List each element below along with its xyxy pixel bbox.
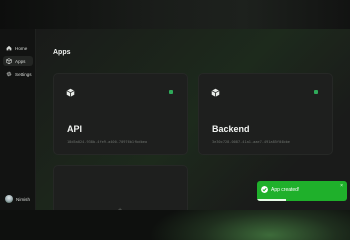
cube-icon (211, 88, 220, 97)
check-circle-icon (261, 186, 268, 193)
sidebar-item-label: Settings (15, 71, 32, 77)
desktop-background-top (0, 0, 350, 29)
new-app-card[interactable]: + (53, 165, 188, 210)
sidebar-item-apps[interactable]: Apps (3, 56, 33, 66)
app-id: 18d5a024-938b-4fe9-a400-70976b1fbdbea (67, 140, 148, 144)
apps-icon (6, 58, 12, 64)
user-name: Nimish (16, 196, 31, 202)
desktop-background-bottom (0, 210, 350, 240)
home-icon (6, 45, 12, 51)
sidebar-item-label: Apps (15, 58, 26, 64)
user-menu[interactable]: Nimish (5, 195, 30, 203)
app-name: API (67, 124, 83, 134)
cube-icon (66, 88, 75, 97)
toast-notification: App created! × (257, 181, 347, 201)
page-title: Apps (53, 49, 71, 56)
gear-icon (6, 71, 12, 77)
sidebar-item-home[interactable]: Home (3, 43, 33, 53)
app-id: 3e30c728-0087-41a1-aae7-491a85f04bbe (212, 140, 290, 144)
app-name: Backend (212, 124, 250, 134)
avatar (5, 195, 13, 203)
sidebar-item-label: Home (15, 45, 28, 51)
app-card-backend[interactable]: Backend 3e30c728-0087-41a1-aae7-491a85f0… (198, 73, 333, 155)
sidebar-item-settings[interactable]: Settings (3, 69, 33, 79)
status-indicator (169, 90, 173, 94)
app-card-api[interactable]: API 18d5a024-938b-4fe9-a400-70976b1fbdbe… (53, 73, 188, 155)
sidebar: Home Apps Settings Nimish (0, 29, 36, 210)
close-icon[interactable]: × (340, 183, 343, 189)
toast-message: App created! (271, 187, 300, 193)
status-indicator (314, 90, 318, 94)
toast-progress-bar (257, 199, 286, 201)
